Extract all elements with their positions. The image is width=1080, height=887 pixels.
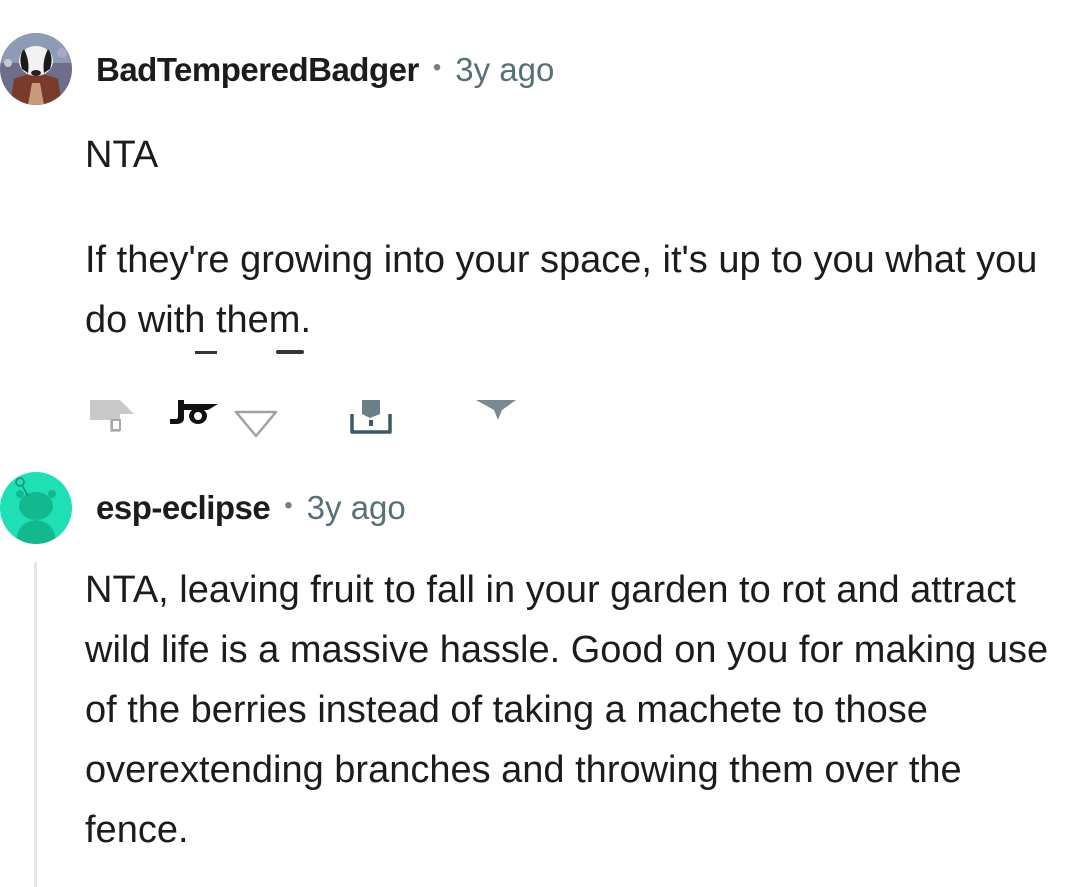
- comment-body: NTA If they're growing into your space, …: [85, 125, 1065, 350]
- share-icon: [350, 400, 392, 434]
- share-button[interactable]: [348, 396, 394, 436]
- text-artifact: [195, 351, 217, 354]
- username[interactable]: BadTemperedBadger: [96, 51, 419, 89]
- vote-count-glyph: [170, 400, 218, 424]
- reply-icon: [90, 400, 134, 432]
- downvote-icon: [234, 410, 278, 438]
- badger-avatar-icon: [0, 33, 72, 105]
- comment-meta: BadTemperedBadger • 3y ago: [96, 50, 554, 90]
- thread-line[interactable]: [34, 562, 37, 887]
- timestamp: 3y ago: [455, 51, 555, 88]
- meta-separator: •: [284, 492, 293, 519]
- more-options-button[interactable]: [474, 398, 518, 422]
- comment-paragraph: NTA: [85, 134, 159, 176]
- username[interactable]: esp-eclipse: [96, 489, 271, 527]
- user-avatar[interactable]: [0, 472, 72, 544]
- comment-paragraph: NTA, leaving fruit to fall in your garde…: [85, 569, 1049, 851]
- comment-meta: esp-eclipse • 3y ago: [96, 488, 406, 528]
- comment-2: esp-eclipse • 3y ago NTA, leaving fruit …: [0, 460, 1080, 887]
- reply-button[interactable]: [90, 398, 136, 434]
- timestamp: 3y ago: [306, 489, 406, 526]
- vote-count: [168, 396, 224, 426]
- meta-separator: •: [432, 54, 442, 81]
- user-avatar[interactable]: [0, 33, 72, 105]
- comment-1: BadTemperedBadger • 3y ago NTA If they'r…: [0, 0, 1080, 460]
- comment-body: NTA, leaving fruit to fall in your garde…: [85, 560, 1070, 860]
- downvote-button[interactable]: [234, 410, 278, 438]
- more-options-icon: [476, 400, 516, 420]
- comment-paragraph: If they're growing into your space, it's…: [85, 239, 1038, 341]
- snoo-avatar-icon: [0, 472, 72, 544]
- comment-paragraph-spacer: [85, 185, 1065, 230]
- text-artifact: [276, 350, 304, 354]
